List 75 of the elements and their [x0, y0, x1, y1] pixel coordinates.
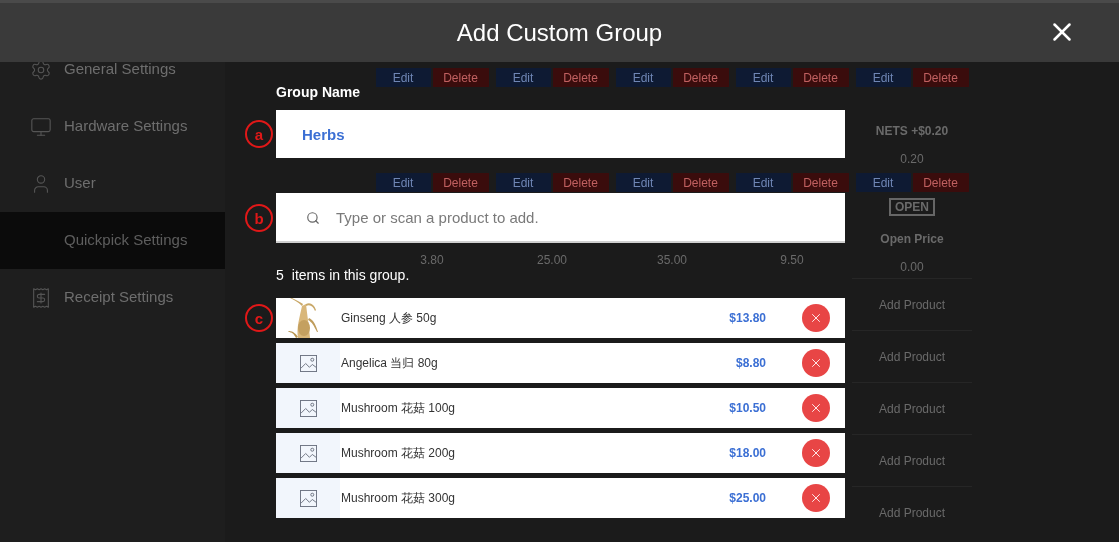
delete-button[interactable]: Delete: [672, 173, 729, 192]
modal-title: Add Custom Group: [456, 17, 663, 48]
tile-caption: NETS +$0.20: [875, 123, 949, 140]
sidebar-icon: [30, 286, 52, 309]
product-search-field[interactable]: Type or scan a product to add.: [276, 193, 845, 243]
sidebar-item[interactable]: General Settings: [0, 41, 225, 98]
edit-button[interactable]: Edit: [615, 68, 671, 87]
delete-button[interactable]: Delete: [432, 68, 489, 87]
remove-icon: [809, 446, 823, 460]
sidebar-icon: [30, 115, 52, 138]
tile-price: 3.80: [420, 252, 444, 269]
edit-button[interactable]: Edit: [735, 173, 791, 192]
annotation-marker: b: [245, 204, 273, 232]
delete-button[interactable]: Delete: [912, 173, 969, 192]
image-placeholder-icon: [299, 354, 317, 372]
tile-price: 0.00: [900, 259, 924, 276]
product-name: Ginseng 人参 50g: [341, 310, 437, 327]
annotation-marker: c: [245, 304, 273, 332]
search-icon: [306, 211, 320, 225]
add-product-cell[interactable]: Add Product: [852, 382, 972, 434]
product-price: $13.80: [729, 310, 766, 327]
edit-button[interactable]: Edit: [615, 173, 671, 192]
image-placeholder-icon: [299, 444, 317, 462]
remove-icon: [809, 491, 823, 505]
add-product-cell[interactable]: Add Product: [852, 330, 972, 382]
edit-button[interactable]: Edit: [855, 173, 911, 192]
tile-price: 9.50: [780, 252, 804, 269]
sidebar-item[interactable]: Hardware Settings: [0, 98, 225, 155]
product-name: Mushroom 花菇 300g: [341, 490, 456, 507]
remove-button[interactable]: [802, 484, 830, 512]
edit-button[interactable]: Edit: [495, 173, 551, 192]
sidebar-item[interactable]: Quickpick Settings: [0, 212, 225, 269]
add-product-cell[interactable]: Add Product: [852, 486, 972, 538]
group-name-label: Group Name: [276, 84, 361, 100]
delete-button[interactable]: Delete: [792, 68, 849, 87]
product-name: Angelica 当归 80g: [341, 355, 438, 372]
image-placeholder-icon: [299, 489, 317, 507]
edit-button[interactable]: Edit: [735, 68, 791, 87]
product-name: Mushroom 花菇 200g: [341, 445, 456, 462]
remove-button[interactable]: [802, 439, 830, 467]
edit-button[interactable]: Edit: [495, 68, 551, 87]
sidebar-item[interactable]: Receipt Settings: [0, 269, 225, 326]
annotation-marker: a: [245, 120, 273, 148]
delete-button[interactable]: Delete: [672, 68, 729, 87]
delete-button[interactable]: Delete: [552, 173, 609, 192]
delete-button[interactable]: Delete: [912, 68, 969, 87]
tile-price: 25.00: [537, 252, 567, 269]
item-count-label: items in this group.: [291, 267, 410, 283]
tile-caption: Open Price: [880, 231, 944, 248]
add-product-cell[interactable]: Add Product: [852, 434, 972, 486]
product-price: $25.00: [729, 490, 766, 507]
sidebar-item[interactable]: User: [0, 155, 225, 212]
remove-button[interactable]: [802, 304, 830, 332]
edit-button[interactable]: Edit: [375, 173, 431, 192]
remove-button[interactable]: [802, 394, 830, 422]
tile-price: 0.20: [900, 151, 924, 168]
edit-button[interactable]: Edit: [855, 68, 911, 87]
item-count: 5: [276, 267, 284, 283]
group-name-field[interactable]: Herbs: [276, 110, 845, 158]
delete-button[interactable]: Delete: [432, 173, 489, 192]
edit-button[interactable]: Edit: [375, 68, 431, 87]
product-name: Mushroom 花菇 100g: [341, 400, 456, 417]
delete-button[interactable]: Delete: [792, 173, 849, 192]
tile-price: 35.00: [657, 252, 687, 269]
remove-icon: [809, 311, 823, 325]
product-price: $8.80: [735, 355, 766, 372]
remove-button[interactable]: [802, 349, 830, 377]
remove-icon: [809, 401, 823, 415]
image-placeholder-icon: [299, 399, 317, 417]
remove-icon: [809, 356, 823, 370]
open-logo: OPEN: [889, 198, 935, 216]
product-price: $18.00: [729, 445, 766, 462]
product-price: $10.50: [729, 400, 766, 417]
add-product-cell[interactable]: Add Product: [852, 278, 972, 330]
delete-button[interactable]: Delete: [552, 68, 609, 87]
